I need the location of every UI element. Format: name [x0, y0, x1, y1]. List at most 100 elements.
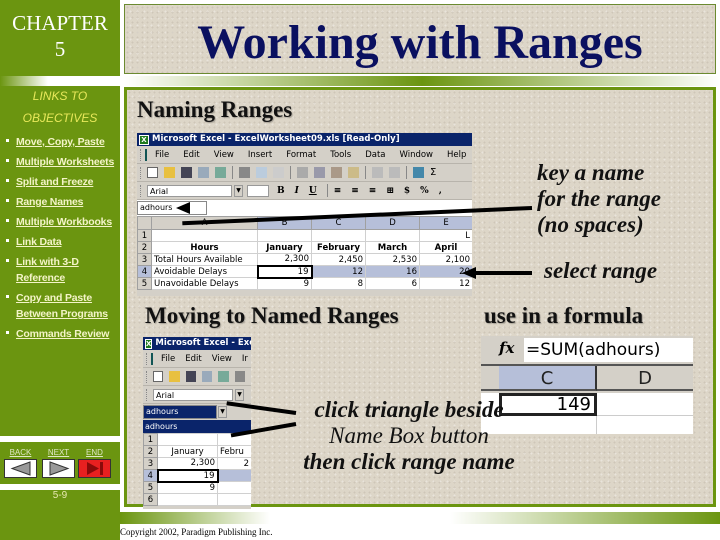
font-name-select[interactable]: Arial	[153, 388, 233, 401]
row-header[interactable]: 5	[143, 481, 158, 494]
menu-insert[interactable]: Insert	[248, 150, 272, 160]
cell[interactable]	[217, 481, 251, 494]
back-button[interactable]: BACK	[4, 448, 37, 478]
cell[interactable]: 2,450	[311, 253, 366, 266]
align-center-icon[interactable]: ≡	[351, 186, 359, 196]
permission-icon[interactable]	[198, 167, 209, 178]
row-header[interactable]: 2	[137, 241, 152, 254]
column-header[interactable]: D	[597, 366, 693, 391]
cell[interactable]: February	[311, 241, 366, 254]
copy-icon[interactable]	[314, 167, 325, 178]
cell[interactable]	[597, 393, 693, 416]
column-header[interactable]: C	[499, 366, 597, 391]
row-header[interactable]: 3	[143, 457, 158, 470]
row-header[interactable]: 5	[137, 277, 152, 290]
link-split-and-freeze[interactable]: Split and Freeze	[16, 174, 117, 190]
link-copy-paste-between-programs[interactable]: Copy and Paste Between Programs	[16, 290, 117, 322]
cell[interactable]: March	[365, 241, 420, 254]
menu-edit[interactable]: Edit	[183, 150, 199, 160]
active-cell[interactable]: 19	[256, 264, 313, 279]
redo-icon[interactable]	[389, 167, 400, 178]
currency-icon[interactable]: $	[404, 186, 410, 196]
name-box[interactable]: adhours	[137, 201, 207, 215]
link-multiple-workbooks[interactable]: Multiple Workbooks	[16, 214, 117, 230]
select-all-corner[interactable]	[137, 216, 152, 230]
italic-button[interactable]: I	[295, 186, 299, 196]
cell[interactable]	[365, 229, 420, 242]
row-header[interactable]: 2	[143, 445, 158, 458]
end-button[interactable]: END	[78, 448, 111, 478]
cell[interactable]	[597, 416, 693, 434]
print-preview-icon[interactable]	[256, 167, 267, 178]
cell[interactable]: L	[419, 229, 472, 242]
menu-insert[interactable]: Ir	[242, 354, 248, 364]
cell[interactable]	[157, 493, 218, 506]
menu-file[interactable]: File	[155, 150, 169, 160]
align-left-icon[interactable]: ≡	[334, 186, 342, 196]
link-multiple-worksheets[interactable]: Multiple Worksheets	[16, 154, 117, 170]
menu-edit[interactable]: Edit	[185, 354, 201, 364]
percent-icon[interactable]: %	[420, 186, 429, 196]
link-link-data[interactable]: Link Data	[16, 234, 117, 250]
spelling-icon[interactable]	[273, 167, 284, 178]
menu-format[interactable]: Format	[286, 150, 316, 160]
cell[interactable]: Febru	[217, 445, 251, 458]
menu-help[interactable]: Help	[447, 150, 466, 160]
open-icon[interactable]	[164, 167, 175, 178]
font-size-select[interactable]	[247, 184, 269, 197]
selected-cell[interactable]: 16	[365, 265, 420, 278]
link-3d-reference[interactable]: Link with 3-D Reference	[16, 254, 117, 286]
email-icon[interactable]	[218, 371, 229, 382]
hyperlink-icon[interactable]	[413, 167, 424, 178]
cell[interactable]	[151, 229, 258, 242]
cell[interactable]: April	[419, 241, 472, 254]
cell[interactable]: 2,100	[419, 253, 472, 266]
cell[interactable]: January	[157, 445, 218, 458]
autosum-icon[interactable]: Σ	[430, 167, 441, 178]
link-range-names[interactable]: Range Names	[16, 194, 117, 210]
align-right-icon[interactable]: ≡	[369, 186, 377, 196]
menu-tools[interactable]: Tools	[330, 150, 351, 160]
menu-window[interactable]: Window	[399, 150, 433, 160]
row-header[interactable]: 4	[143, 469, 158, 482]
cell[interactable]	[217, 493, 251, 506]
format-painter-icon[interactable]	[348, 167, 359, 178]
cell[interactable]: 2,530	[365, 253, 420, 266]
cell[interactable]: Total Hours Available	[151, 253, 258, 266]
email-icon[interactable]	[215, 167, 226, 178]
menu-view[interactable]: View	[214, 150, 234, 160]
chevron-down-icon[interactable]: ▼	[235, 388, 244, 401]
merge-center-icon[interactable]: ⊞	[386, 186, 394, 196]
name-box-dropdown-item[interactable]: adhours	[143, 420, 251, 433]
open-icon[interactable]	[169, 371, 180, 382]
cell[interactable]	[311, 229, 366, 242]
formula-input[interactable]: =SUM(adhours)	[524, 338, 693, 362]
cell[interactable]: 9	[157, 481, 218, 494]
cell[interactable]	[257, 229, 312, 242]
cell[interactable]: 6	[365, 277, 420, 290]
save-icon[interactable]	[185, 371, 196, 382]
name-box[interactable]: adhours	[143, 405, 217, 419]
cell[interactable]: Unavoidable Delays	[151, 277, 258, 290]
menu-file[interactable]: File	[161, 354, 175, 364]
paste-icon[interactable]	[331, 167, 342, 178]
cell[interactable]: 2,300	[157, 457, 218, 470]
new-icon[interactable]	[147, 167, 158, 178]
row-header[interactable]: 3	[137, 253, 152, 266]
column-header[interactable]: D	[365, 216, 420, 230]
cell[interactable]: Avoidable Delays	[151, 265, 258, 278]
save-icon[interactable]	[181, 167, 192, 178]
row-header[interactable]: 4	[137, 265, 152, 278]
bold-button[interactable]: B	[277, 186, 285, 196]
chevron-down-icon[interactable]: ▼	[234, 184, 243, 197]
link-move-copy-paste[interactable]: Move, Copy, Paste	[16, 134, 117, 150]
print-icon[interactable]	[239, 167, 250, 178]
selected-cell[interactable]	[217, 469, 251, 482]
cell[interactable]: 8	[311, 277, 366, 290]
font-name-select[interactable]: Arial	[147, 184, 232, 197]
menu-data[interactable]: Data	[365, 150, 385, 160]
row-header[interactable]: 1	[143, 433, 158, 446]
comma-icon[interactable]: ,	[439, 186, 442, 196]
cell[interactable]	[157, 433, 218, 446]
underline-button[interactable]: U	[309, 186, 317, 196]
